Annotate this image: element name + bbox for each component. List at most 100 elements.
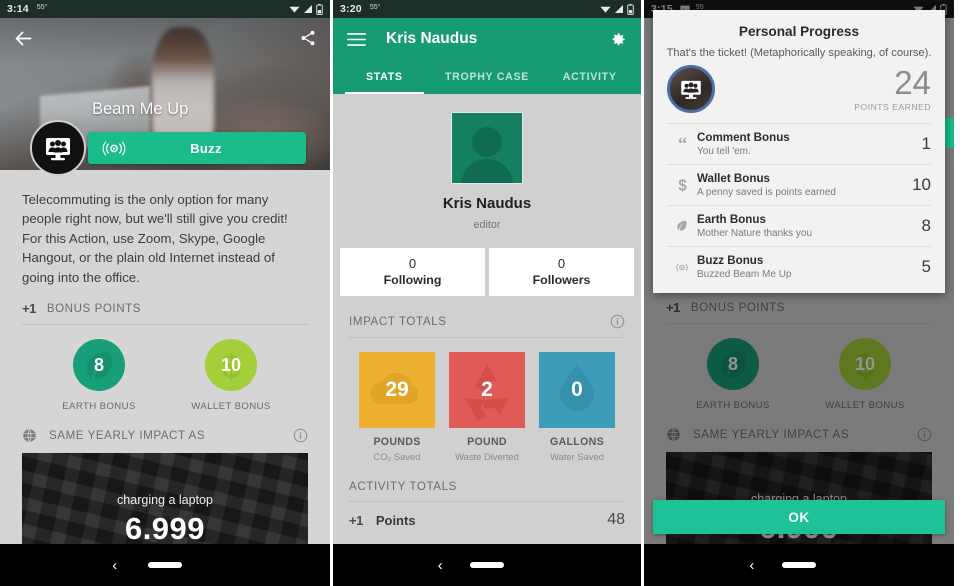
points-label: Points <box>375 512 416 528</box>
profile-name: Kris Naudus <box>442 195 532 212</box>
monitor-people-icon <box>667 65 715 113</box>
tile-co2[interactable]: 29 POUNDS CO₂ Saved <box>359 352 435 462</box>
info-icon[interactable] <box>293 428 308 443</box>
tile-water[interactable]: 0 GALLONS Water Saved <box>539 352 615 462</box>
phone-screen-action-detail: 3:14 55° Beam Me Up Buzz Telecommuting i… <box>0 0 330 586</box>
water-value: 0 <box>571 378 583 401</box>
gear-icon[interactable] <box>608 30 627 49</box>
nav-back-icon[interactable]: ‹ <box>112 557 117 574</box>
earth-bonus-value: 8 <box>93 354 104 375</box>
list-item: Buzz Bonus Buzzed Beam Me Up 5 <box>667 247 931 287</box>
tab-trophy-case[interactable]: TROPHY CASE <box>436 60 539 94</box>
buzz-button-label: Buzz <box>190 140 222 156</box>
wallet-bonus-value: 10 <box>220 354 242 375</box>
list-item-title: Wallet Bonus <box>697 172 770 185</box>
home-pill[interactable] <box>148 562 182 568</box>
tab-stats[interactable]: STATS <box>333 60 436 94</box>
android-navbar: ‹ <box>0 544 330 586</box>
points-earned-block: 24 POINTS EARNED <box>854 66 931 112</box>
personal-progress-dialog: Personal Progress That's the ticket! (Me… <box>653 10 945 293</box>
leaf-icon <box>667 218 697 234</box>
app-bar: Kris Naudus <box>333 18 641 60</box>
nav-back-icon[interactable]: ‹ <box>438 557 443 574</box>
battery-icon <box>627 3 634 15</box>
share-icon[interactable] <box>299 29 317 47</box>
waste-unit: POUND <box>467 436 507 448</box>
earth-bonus-label: EARTH BONUS <box>62 401 136 413</box>
earth-bonus-circle: 8 <box>73 339 125 392</box>
hamburger-menu-icon[interactable] <box>347 32 366 47</box>
ok-button[interactable]: OK <box>653 500 945 534</box>
points-earned-label: POINTS EARNED <box>854 102 931 112</box>
following-count: 0 <box>408 256 417 271</box>
signal-icon <box>615 5 623 13</box>
wallet-bonus-label: WALLET BONUS <box>191 401 271 413</box>
status-time: 3:20 <box>340 3 362 15</box>
action-title: Beam Me Up <box>92 100 189 118</box>
buzz-broadcast-icon <box>667 261 697 274</box>
list-item-value: 5 <box>921 257 931 276</box>
list-item: “ Comment Bonus You tell 'em. 1 <box>667 124 931 165</box>
yearly-impact-label: SAME YEARLY IMPACT AS <box>49 429 206 443</box>
list-item-subtitle: Mother Nature thanks you <box>697 228 813 239</box>
followers-card[interactable]: 0 Followers <box>489 248 634 296</box>
status-temperature: 55° <box>36 3 48 11</box>
wifi-icon <box>289 6 300 13</box>
list-item-title: Comment Bonus <box>697 131 790 144</box>
plus-one-icon: +1 <box>349 512 363 528</box>
points-row[interactable]: +1 Points 48 <box>333 502 641 538</box>
tile-waste[interactable]: 2 POUND Waste Diverted <box>449 352 525 462</box>
following-card[interactable]: 0 Following <box>340 248 485 296</box>
list-item-value: 10 <box>912 175 931 194</box>
home-pill[interactable] <box>782 562 816 568</box>
list-item-text: Buzz Bonus Buzzed Beam Me Up <box>697 254 916 280</box>
dollar-icon: $ <box>667 177 697 193</box>
list-item-value: 1 <box>921 134 931 153</box>
impact-totals-header: IMPACT TOTALS <box>333 296 641 337</box>
impact-photo-caption: charging a laptop <box>117 493 213 508</box>
nav-back-icon[interactable]: ‹ <box>749 557 754 574</box>
back-arrow-icon[interactable] <box>13 28 34 49</box>
avatar-body <box>461 159 513 183</box>
buzz-button[interactable]: Buzz <box>88 132 306 164</box>
profile-role: editor <box>473 219 501 231</box>
activity-totals-header: ACTIVITY TOTALS <box>333 462 641 501</box>
yearly-impact-header: SAME YEARLY IMPACT AS <box>0 412 330 453</box>
bonus-breakdown-list: “ Comment Bonus You tell 'em. 1 $ Wallet… <box>667 123 931 287</box>
status-time: 3:14 <box>7 3 29 15</box>
activity-totals-label: ACTIVITY TOTALS <box>349 480 458 493</box>
water-sub: Water Saved <box>550 451 604 462</box>
co2-value: 29 <box>385 378 409 401</box>
avatar-head <box>472 127 502 157</box>
action-body: Telecommuting is the only option for man… <box>0 170 330 586</box>
info-icon[interactable] <box>610 314 625 329</box>
hero-toolbar <box>0 18 330 58</box>
follow-stats: 0 Following 0 Followers <box>333 231 641 296</box>
water-tile: 0 <box>539 352 615 428</box>
action-description: Telecommuting is the only option for man… <box>22 192 288 285</box>
tab-activity[interactable]: ACTIVITY <box>538 60 641 94</box>
dialog-subtitle: That's the ticket! (Metaphorically speak… <box>666 47 932 59</box>
globe-icon <box>23 429 36 443</box>
tab-bar: STATS TROPHY CASE ACTIVITY <box>333 60 641 94</box>
waste-value: 2 <box>481 378 493 401</box>
points-earned-value: 24 <box>894 64 931 101</box>
bonus-list: 8 EARTH BONUS $ 10 WALLET BONUS <box>0 325 330 412</box>
home-pill[interactable] <box>470 562 504 568</box>
following-label: Following <box>383 273 442 287</box>
svg-text:$: $ <box>678 177 687 193</box>
monitor-people-icon <box>30 120 86 176</box>
bonus-earth: 8 EARTH BONUS <box>45 339 153 412</box>
list-item-text: Earth Bonus Mother Nature thanks you <box>697 213 916 239</box>
plus-one-icon: +1 <box>22 301 36 317</box>
co2-unit: POUNDS <box>373 436 421 448</box>
bonus-points-header: +1 BONUS POINTS <box>0 287 330 324</box>
list-item-subtitle: A penny saved is points earned <box>697 187 836 198</box>
user-avatar-icon[interactable] <box>451 112 523 184</box>
svg-text:“: “ <box>677 137 686 151</box>
list-item-title: Buzz Bonus <box>697 254 764 267</box>
android-navbar: ‹ <box>644 544 954 586</box>
list-item-title: Earth Bonus <box>697 213 766 226</box>
bonus-points-label: BONUS POINTS <box>46 302 142 316</box>
co2-tile: 29 <box>359 352 435 428</box>
